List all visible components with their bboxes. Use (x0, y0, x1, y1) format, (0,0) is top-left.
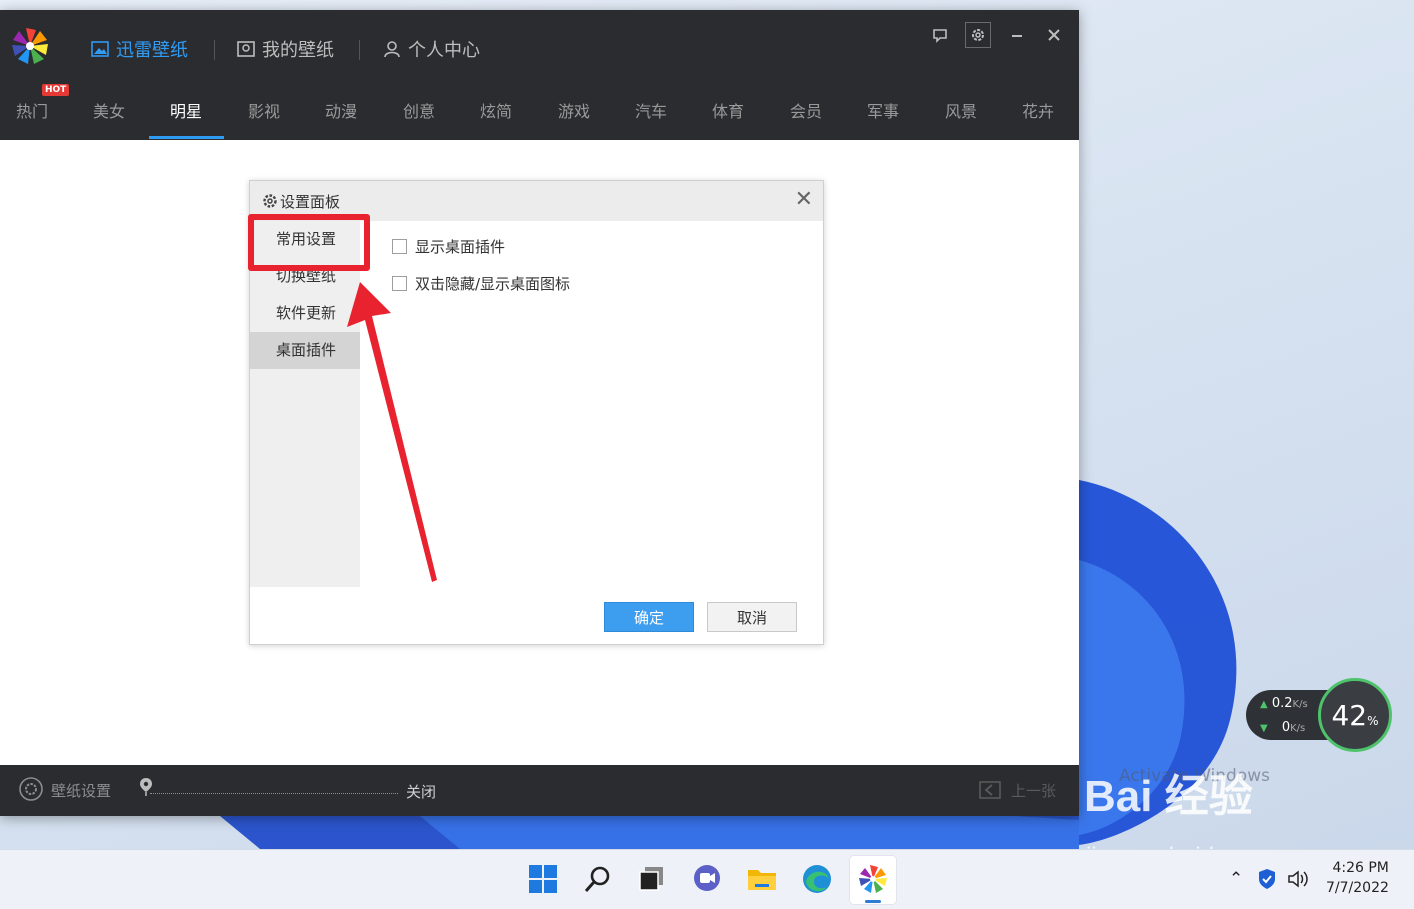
dialog-close-button[interactable]: ✕ (795, 188, 813, 212)
category-beauty[interactable]: 美女 (89, 98, 129, 122)
slider-pin-icon[interactable] (139, 777, 153, 797)
previous-wallpaper-label[interactable]: 上一张 (1011, 780, 1056, 801)
category-flowers[interactable]: 花卉 (1018, 98, 1058, 122)
minimize-button[interactable] (1004, 22, 1030, 48)
annotation-highlight-box (248, 214, 370, 271)
gear-icon (263, 194, 277, 208)
app-titlebar: 迅雷壁纸 我的壁纸 个人中心 (0, 10, 1079, 80)
chevron-up-icon[interactable]: ⌃ (1229, 869, 1243, 889)
memory-usage-gauge[interactable]: 42% (1318, 678, 1392, 752)
upload-speed: ▲ 0.2K/s (1260, 696, 1308, 711)
checkbox[interactable] (392, 239, 407, 254)
user-frame-icon (237, 41, 255, 57)
timer-value-label: 关闭 (406, 783, 437, 801)
dialog-title: 设置面板 (280, 193, 341, 211)
wallpaper-settings-label[interactable]: 壁纸设置 (51, 780, 111, 801)
tab-my-wallpaper[interactable]: 我的壁纸 (236, 34, 334, 64)
wallpaper-app-icon[interactable] (856, 862, 890, 896)
category-military[interactable]: 军事 (863, 98, 903, 122)
sidebar-item-desktop-widget[interactable]: 桌面插件 (250, 332, 360, 369)
baidu-watermark: Bai 经验 (1084, 772, 1253, 821)
tab-personal-center[interactable]: 个人中心 (382, 34, 480, 64)
category-minimal[interactable]: 炫简 (476, 98, 516, 122)
category-member[interactable]: 会员 (786, 98, 826, 122)
cancel-button[interactable]: 取消 (707, 602, 797, 632)
timer-slider-track[interactable] (150, 793, 398, 794)
tab-xunlei-wallpaper[interactable]: 迅雷壁纸 (90, 34, 188, 64)
option-label: 双击隐藏/显示桌面图标 (415, 275, 571, 293)
dialog-sidebar: 常用设置 切换壁纸 软件更新 桌面插件 (250, 221, 360, 587)
windows-start-icon[interactable] (526, 862, 560, 896)
active-category-indicator (149, 136, 224, 139)
option-label: 显示桌面插件 (415, 238, 506, 256)
tab-divider (359, 40, 360, 60)
feedback-icon (933, 29, 947, 43)
upload-arrow-icon: ▲ (1260, 699, 1268, 710)
category-hot[interactable]: 热门 (12, 98, 52, 122)
download-speed: ▼ 0K/s (1260, 720, 1306, 735)
tab-label: 我的壁纸 (262, 40, 334, 61)
category-sports[interactable]: 体育 (708, 98, 748, 122)
taskbar-clock[interactable]: 4:26 PM 7/7/2022 (1326, 858, 1389, 898)
category-cars[interactable]: 汽车 (631, 98, 671, 122)
hot-badge: HOT (42, 84, 70, 96)
edge-icon[interactable] (800, 862, 834, 896)
feedback-button[interactable] (927, 22, 953, 48)
window-close-button[interactable] (1041, 22, 1067, 48)
chat-icon[interactable] (690, 862, 724, 896)
file-explorer-icon[interactable] (745, 862, 779, 896)
task-view-icon[interactable] (635, 862, 669, 896)
volume-icon[interactable] (1287, 869, 1311, 889)
option-show-desktop-widget[interactable]: 显示桌面插件 (392, 236, 505, 257)
image-icon (91, 41, 109, 57)
gear-icon[interactable] (18, 776, 44, 802)
tab-label: 迅雷壁纸 (116, 40, 188, 61)
category-games[interactable]: 游戏 (554, 98, 594, 122)
previous-image-icon[interactable] (978, 779, 1002, 801)
option-double-click-toggle-icons[interactable]: 双击隐藏/显示桌面图标 (392, 273, 570, 294)
tab-divider (214, 40, 215, 60)
settings-icon (972, 29, 984, 41)
category-celebrity[interactable]: 明星 (166, 98, 206, 122)
person-icon (384, 41, 400, 58)
tab-label: 个人中心 (408, 40, 480, 61)
download-arrow-icon: ▼ (1260, 723, 1268, 734)
clock-date: 7/7/2022 (1326, 880, 1389, 896)
category-film[interactable]: 影视 (244, 98, 284, 122)
minimize-icon (1012, 35, 1022, 37)
category-anime[interactable]: 动漫 (321, 98, 361, 122)
category-bar: 热门 美女 明星 影视 动漫 创意 炫简 游戏 汽车 体育 会员 军事 风景 花… (0, 80, 1079, 140)
clock-time: 4:26 PM (1332, 860, 1389, 876)
sidebar-item-software-update[interactable]: 软件更新 (250, 295, 360, 332)
category-creative[interactable]: 创意 (399, 98, 439, 122)
app-logo-icon (12, 28, 48, 64)
close-icon (1048, 29, 1060, 41)
security-shield-icon[interactable] (1257, 868, 1277, 890)
search-icon[interactable] (581, 862, 615, 896)
checkbox[interactable] (392, 276, 407, 291)
bottom-toolbar: 壁纸设置 关闭 上一张 (0, 765, 1079, 816)
active-app-indicator (865, 900, 881, 903)
settings-button[interactable] (965, 22, 991, 48)
confirm-button[interactable]: 确定 (604, 602, 694, 632)
category-scenery[interactable]: 风景 (941, 98, 981, 122)
